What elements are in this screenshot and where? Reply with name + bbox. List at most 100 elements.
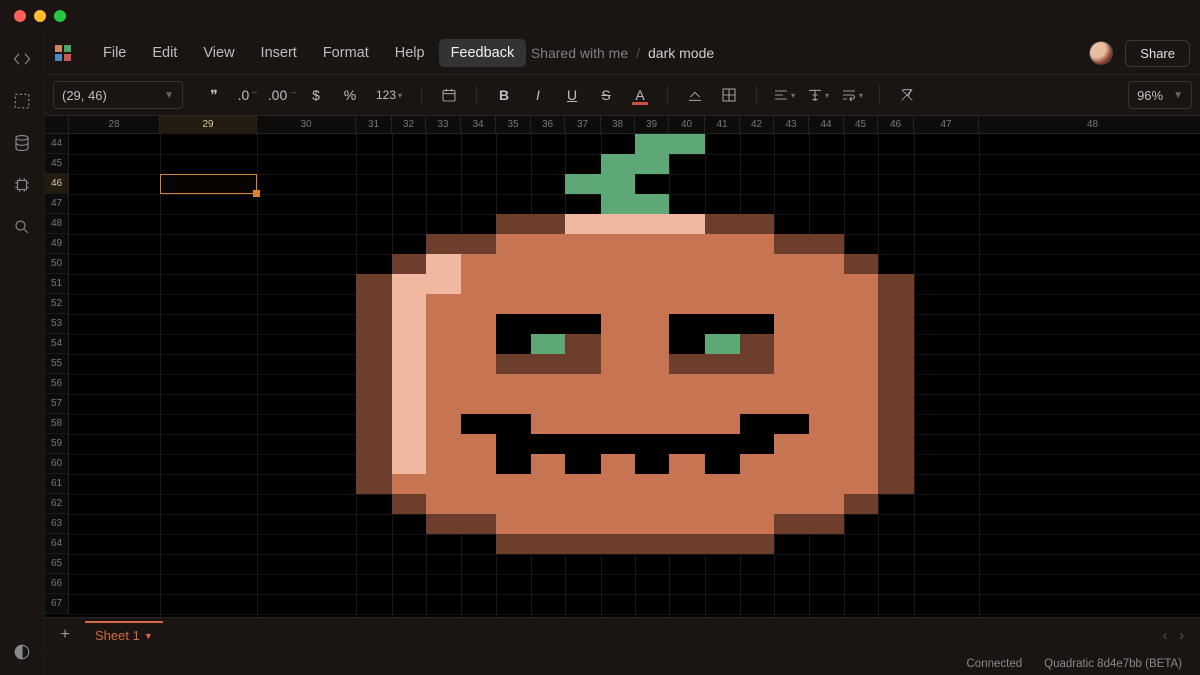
- text-wrap-dropdown[interactable]: ▾: [835, 80, 869, 110]
- filled-cell[interactable]: [809, 314, 844, 334]
- filled-cell[interactable]: [392, 474, 426, 494]
- filled-cell[interactable]: [531, 354, 565, 374]
- col-header[interactable]: 47: [914, 116, 979, 134]
- calendar-icon[interactable]: [432, 80, 466, 110]
- filled-cell[interactable]: [565, 294, 601, 314]
- filled-cell[interactable]: [601, 314, 635, 334]
- filled-cell[interactable]: [565, 334, 601, 354]
- filled-cell[interactable]: [878, 434, 914, 454]
- row-header[interactable]: 46: [45, 174, 68, 194]
- filled-cell[interactable]: [635, 234, 669, 254]
- next-sheet-button[interactable]: ›: [1179, 627, 1184, 643]
- col-header[interactable]: 39: [635, 116, 669, 134]
- col-header[interactable]: 38: [601, 116, 635, 134]
- col-header[interactable]: 42: [740, 116, 774, 134]
- filled-cell[interactable]: [601, 234, 635, 254]
- filled-cell[interactable]: [635, 514, 669, 534]
- filled-cell[interactable]: [878, 414, 914, 434]
- filled-cell[interactable]: [496, 254, 531, 274]
- filled-cell[interactable]: [774, 374, 809, 394]
- traffic-close[interactable]: [14, 10, 26, 22]
- filled-cell[interactable]: [844, 294, 878, 314]
- row-header[interactable]: 62: [45, 494, 68, 514]
- filled-cell[interactable]: [565, 494, 601, 514]
- filled-cell[interactable]: [705, 394, 740, 414]
- filled-cell[interactable]: [669, 414, 705, 434]
- filled-cell[interactable]: [774, 434, 809, 454]
- filled-cell[interactable]: [705, 534, 740, 554]
- filled-cell[interactable]: [356, 374, 392, 394]
- filled-cell[interactable]: [740, 254, 774, 274]
- filled-cell[interactable]: [461, 514, 496, 534]
- row-header[interactable]: 65: [45, 554, 68, 574]
- filled-cell[interactable]: [669, 274, 705, 294]
- row-header[interactable]: 61: [45, 474, 68, 494]
- menu-file[interactable]: File: [91, 39, 138, 67]
- filled-cell[interactable]: [461, 414, 496, 434]
- filled-cell[interactable]: [844, 254, 878, 274]
- column-headers[interactable]: 2829303132333435363738394041424344454647…: [45, 116, 1200, 134]
- filled-cell[interactable]: [669, 214, 705, 234]
- filled-cell[interactable]: [496, 374, 531, 394]
- filled-cell[interactable]: [740, 394, 774, 414]
- filled-cell[interactable]: [601, 494, 635, 514]
- filled-cell[interactable]: [809, 474, 844, 494]
- filled-cell[interactable]: [774, 314, 809, 334]
- avatar[interactable]: [1089, 41, 1113, 65]
- row-header[interactable]: 50: [45, 254, 68, 274]
- filled-cell[interactable]: [426, 494, 461, 514]
- filled-cell[interactable]: [809, 374, 844, 394]
- filled-cell[interactable]: [774, 234, 809, 254]
- cells-canvas[interactable]: [69, 134, 1200, 617]
- col-header[interactable]: 34: [461, 116, 496, 134]
- filled-cell[interactable]: [531, 314, 565, 334]
- col-header[interactable]: 43: [774, 116, 809, 134]
- col-header[interactable]: 44: [809, 116, 844, 134]
- filled-cell[interactable]: [531, 474, 565, 494]
- filled-cell[interactable]: [565, 214, 601, 234]
- filled-cell[interactable]: [496, 294, 531, 314]
- col-header[interactable]: 33: [426, 116, 461, 134]
- filled-cell[interactable]: [669, 334, 705, 354]
- filled-cell[interactable]: [426, 454, 461, 474]
- filled-cell[interactable]: [669, 434, 705, 454]
- row-header[interactable]: 53: [45, 314, 68, 334]
- filled-cell[interactable]: [878, 354, 914, 374]
- col-header[interactable]: 48: [979, 116, 1200, 134]
- filled-cell[interactable]: [669, 474, 705, 494]
- row-header[interactable]: 67: [45, 594, 68, 614]
- filled-cell[interactable]: [809, 394, 844, 414]
- database-icon[interactable]: [13, 134, 31, 152]
- filled-cell[interactable]: [809, 514, 844, 534]
- col-header[interactable]: 31: [356, 116, 392, 134]
- filled-cell[interactable]: [740, 514, 774, 534]
- filled-cell[interactable]: [669, 454, 705, 474]
- filled-cell[interactable]: [531, 534, 565, 554]
- filled-cell[interactable]: [356, 454, 392, 474]
- filled-cell[interactable]: [496, 334, 531, 354]
- underline-button[interactable]: U: [555, 80, 589, 110]
- filled-cell[interactable]: [774, 294, 809, 314]
- filled-cell[interactable]: [601, 414, 635, 434]
- filled-cell[interactable]: [565, 414, 601, 434]
- filled-cell[interactable]: [844, 454, 878, 474]
- filled-cell[interactable]: [531, 394, 565, 414]
- col-header[interactable]: 45: [844, 116, 878, 134]
- clear-format-button[interactable]: [890, 80, 924, 110]
- filled-cell[interactable]: [601, 534, 635, 554]
- filled-cell[interactable]: [565, 234, 601, 254]
- traffic-minimize[interactable]: [34, 10, 46, 22]
- col-header[interactable]: 35: [496, 116, 531, 134]
- filled-cell[interactable]: [635, 274, 669, 294]
- cell-reference-input[interactable]: (29, 46) ▼: [53, 81, 183, 109]
- filled-cell[interactable]: [774, 494, 809, 514]
- filled-cell[interactable]: [635, 534, 669, 554]
- filled-cell[interactable]: [705, 314, 740, 334]
- filled-cell[interactable]: [461, 234, 496, 254]
- filled-cell[interactable]: [531, 414, 565, 434]
- filled-cell[interactable]: [356, 474, 392, 494]
- filled-cell[interactable]: [496, 454, 531, 474]
- filled-cell[interactable]: [426, 274, 461, 294]
- filled-cell[interactable]: [740, 334, 774, 354]
- row-header[interactable]: 48: [45, 214, 68, 234]
